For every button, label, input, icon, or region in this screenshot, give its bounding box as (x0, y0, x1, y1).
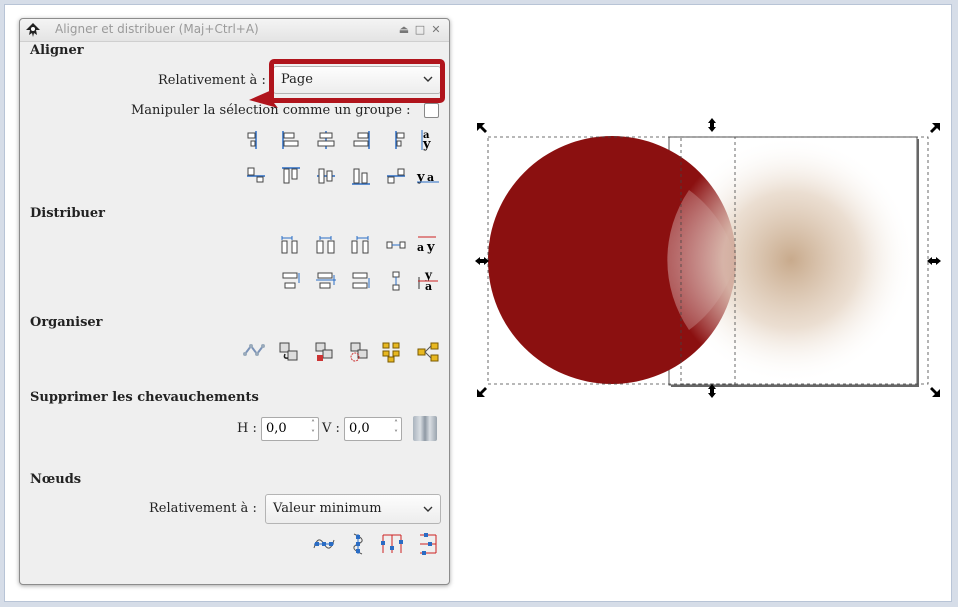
v-gap-label: V : (322, 421, 340, 436)
svg-text:a: a (425, 280, 432, 293)
align-text-baseline-horizontal-icon[interactable]: ya (416, 164, 440, 188)
remove-overlaps-button[interactable] (413, 416, 437, 441)
spin-up-icon[interactable]: ˄ (394, 420, 398, 428)
group-selection-checkbox[interactable] (424, 103, 439, 118)
svg-text:y: y (426, 240, 435, 255)
nodes-heading: Nœuds (30, 472, 82, 487)
nodes-relative-value: Valeur minimum (273, 501, 382, 516)
distribute-text-baseline-vertical-icon[interactable]: ya (416, 269, 440, 293)
center-on-horizontal-axis-icon[interactable] (314, 164, 338, 188)
close-icon[interactable]: ✕ (429, 23, 443, 37)
dialog-title: Aligner et distribuer (Maj+Ctrl+A) (55, 22, 259, 36)
v-gap-value: 0,0 (349, 421, 370, 436)
align-right-edges-icon[interactable] (349, 128, 373, 152)
align-bottom-to-top-anchor-icon[interactable] (244, 164, 268, 188)
distribute-centers-vertical-icon[interactable] (314, 269, 338, 293)
nodes-relative-label: Relativement à : (149, 501, 257, 516)
distribute-bottom-edges-icon[interactable] (349, 269, 373, 293)
spin-down-icon[interactable]: ˅ (394, 430, 398, 438)
distribute-left-edges-icon[interactable] (279, 233, 303, 257)
distribute-top-edges-icon[interactable] (279, 269, 303, 293)
svg-text:a: a (417, 241, 424, 254)
align-heading: Aligner (30, 43, 84, 58)
exchange-positions-icon[interactable] (277, 340, 301, 364)
center-on-vertical-axis-icon[interactable] (314, 128, 338, 152)
nodes-relative-combo[interactable]: Valeur minimum (265, 494, 441, 524)
inkscape-logo-icon (26, 23, 40, 37)
distribute-nodes-horizontal-icon[interactable] (380, 532, 404, 556)
align-right-to-left-anchor-icon[interactable] (244, 128, 268, 152)
align-text-baseline-vertical-icon[interactable]: ay (416, 128, 440, 152)
align-left-edges-icon[interactable] (279, 128, 303, 152)
distribute-text-baseline-horizontal-icon[interactable]: ay (416, 233, 440, 257)
graph-layout-icon[interactable] (242, 340, 266, 364)
exchange-by-z-order-icon[interactable] (312, 340, 336, 364)
group-selection-label: Manipuler la sélection comme un groupe : (131, 103, 411, 118)
h-gap-label: H : (237, 421, 257, 436)
align-top-edges-icon[interactable] (279, 164, 303, 188)
chevron-down-icon (423, 506, 433, 512)
align-top-to-bottom-anchor-icon[interactable] (384, 164, 408, 188)
arrange-heading: Organiser (30, 315, 103, 330)
distribute-centers-horizontal-icon[interactable] (314, 233, 338, 257)
maximize-icon[interactable]: □ (413, 23, 427, 37)
align-distribute-dialog: Aligner et distribuer (Maj+Ctrl+A) ⏏ □ ✕… (19, 18, 450, 585)
unclump-icon[interactable] (416, 340, 440, 364)
h-gap-spinner[interactable]: 0,0 ˄ ˅ (261, 417, 319, 441)
distribute-heading: Distribuer (30, 206, 105, 221)
arrange-grid-icon[interactable] (380, 340, 404, 364)
svg-text:y: y (416, 170, 425, 185)
align-bottom-edges-icon[interactable] (349, 164, 373, 188)
distribute-nodes-vertical-icon[interactable] (416, 532, 440, 556)
distribute-vertical-gaps-icon[interactable] (384, 269, 408, 293)
align-nodes-vertical-icon[interactable] (346, 532, 370, 556)
remove-overlaps-heading: Supprimer les chevauchements (30, 390, 259, 405)
align-left-to-right-anchor-icon[interactable] (384, 128, 408, 152)
h-gap-value: 0,0 (266, 421, 287, 436)
shade-icon[interactable]: ⏏ (397, 23, 411, 37)
exchange-clockwise-icon[interactable] (347, 340, 371, 364)
distribute-right-edges-icon[interactable] (349, 233, 373, 257)
svg-text:y: y (422, 137, 431, 152)
align-nodes-horizontal-icon[interactable] (312, 532, 336, 556)
spin-up-icon[interactable]: ˄ (311, 420, 315, 428)
annotation-highlight-frame (269, 59, 445, 103)
distribute-horizontal-gaps-icon[interactable] (384, 233, 408, 257)
dialog-titlebar[interactable]: Aligner et distribuer (Maj+Ctrl+A) ⏏ □ ✕ (20, 19, 449, 42)
spin-down-icon[interactable]: ˅ (311, 430, 315, 438)
v-gap-spinner[interactable]: 0,0 ˄ ˅ (344, 417, 402, 441)
